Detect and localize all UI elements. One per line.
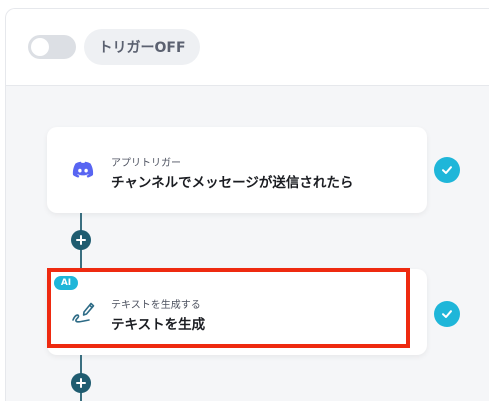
completed-check-icon	[434, 157, 460, 183]
plus-icon	[76, 378, 86, 388]
add-step-button[interactable]	[71, 373, 91, 393]
step-type-label: アプリトリガー	[111, 158, 181, 169]
trigger-toggle[interactable]	[28, 35, 76, 59]
step-card-app-trigger[interactable]: アプリトリガー チャンネルでメッセージが送信されたら	[47, 127, 427, 213]
trigger-status-label: トリガーOFF	[84, 29, 200, 65]
toggle-knob	[31, 38, 49, 56]
discord-icon	[72, 161, 94, 178]
step-title: チャンネルでメッセージが送信されたら	[111, 175, 354, 191]
flow-header: トリガーOFF	[6, 9, 489, 86]
highlight-box	[47, 268, 410, 348]
plus-icon	[76, 235, 86, 245]
completed-check-icon	[434, 301, 460, 327]
add-step-button[interactable]	[71, 230, 91, 250]
